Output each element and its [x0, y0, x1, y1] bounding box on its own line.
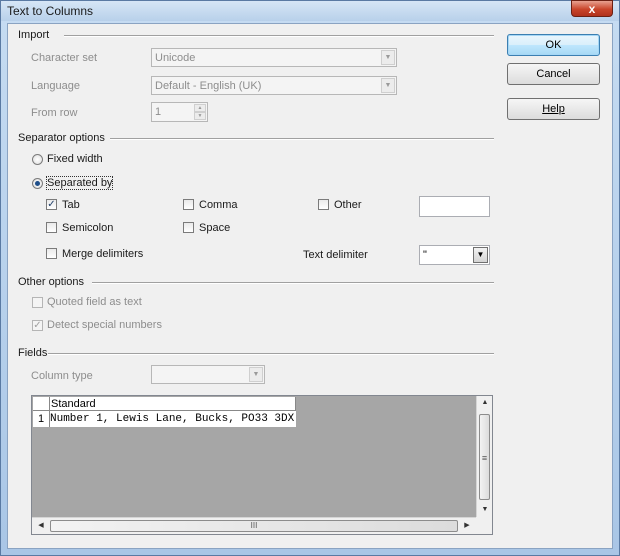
tab-label[interactable]: Tab [62, 199, 80, 211]
scroll-corner [476, 517, 492, 534]
chevron-down-icon: ▼ [249, 367, 263, 382]
character-set-label: Character set [31, 52, 98, 64]
separator-options-section-label: Separator options [18, 132, 105, 144]
row-number: 1 [33, 411, 50, 427]
close-button[interactable]: x [571, 0, 613, 17]
comma-checkbox[interactable] [183, 199, 194, 210]
chevron-down-icon: ▼ [381, 78, 395, 93]
column-type-label: Column type [31, 370, 93, 382]
chevron-down-icon: ▼ [381, 50, 395, 65]
column-type-select[interactable]: ▼ [151, 365, 265, 384]
text-delimiter-label: Text delimiter [303, 249, 368, 261]
fixed-width-radio[interactable] [32, 154, 43, 165]
separated-by-radio[interactable] [32, 178, 43, 189]
horizontal-scrollbar[interactable]: ◀ III ▶ [32, 517, 476, 534]
column-header[interactable]: Standard [50, 397, 296, 411]
dialog-body: Import Character set Unicode ▼ Language … [7, 23, 613, 549]
import-separator [64, 35, 494, 37]
radio-selected-dot [35, 181, 40, 186]
from-row-value: 1 [155, 106, 162, 118]
scroll-up-icon[interactable]: ▲ [478, 399, 492, 406]
text-delimiter-select[interactable]: " ▼ [419, 245, 490, 265]
spin-up-icon[interactable]: ▲ [194, 104, 206, 112]
help-button-label: Help [542, 103, 565, 115]
language-value: Default - English (UK) [155, 80, 262, 92]
other-options-separator [92, 282, 494, 284]
character-set-value: Unicode [155, 52, 196, 64]
merge-delimiters-label[interactable]: Merge delimiters [62, 248, 143, 260]
scroll-down-icon[interactable]: ▼ [478, 506, 492, 513]
from-row-label: From row [31, 107, 78, 119]
scroll-left-icon[interactable]: ◀ [34, 521, 48, 529]
language-select[interactable]: Default - English (UK) ▼ [151, 76, 397, 95]
horizontal-scroll-thumb[interactable]: III [50, 520, 458, 532]
fixed-width-label[interactable]: Fixed width [47, 153, 103, 165]
separator-options-separator [110, 138, 494, 140]
semicolon-checkbox[interactable] [46, 222, 57, 233]
space-label[interactable]: Space [199, 222, 230, 234]
other-label[interactable]: Other [334, 199, 362, 211]
other-options-section-label: Other options [18, 276, 85, 288]
detect-special-checkbox[interactable]: ✓ [32, 320, 43, 331]
cancel-button[interactable]: Cancel [507, 63, 600, 85]
separated-by-label[interactable]: Separated by [45, 176, 114, 190]
spinner-buttons: ▲ ▼ [194, 104, 206, 120]
quoted-field-checkbox[interactable] [32, 297, 43, 308]
from-row-spinner[interactable]: 1 ▲ ▼ [151, 102, 208, 122]
ok-button[interactable]: OK [507, 34, 600, 56]
space-checkbox[interactable] [183, 222, 194, 233]
semicolon-label[interactable]: Semicolon [62, 222, 113, 234]
vertical-scrollbar[interactable]: ▲ ≡ ▼ [476, 396, 492, 518]
quoted-field-label[interactable]: Quoted field as text [47, 296, 142, 308]
comma-label[interactable]: Comma [199, 199, 238, 211]
preview-cell: Number 1, Lewis Lane, Bucks, PO33 3DX [50, 411, 296, 427]
character-set-select[interactable]: Unicode ▼ [151, 48, 397, 67]
fields-section-label: Fields [18, 347, 48, 359]
other-checkbox[interactable] [318, 199, 329, 210]
text-delimiter-value: " [423, 249, 427, 261]
detect-special-label[interactable]: Detect special numbers [47, 319, 162, 331]
fields-separator [48, 353, 494, 355]
import-section-label: Import [18, 29, 50, 41]
tab-checkbox[interactable]: ✓ [46, 199, 57, 210]
preview-grid[interactable]: Standard 1 Number 1, Lewis Lane, Bucks, … [31, 395, 493, 535]
vertical-scroll-thumb[interactable]: ≡ [479, 414, 490, 500]
chevron-down-icon: ▼ [473, 247, 488, 263]
scroll-right-icon[interactable]: ▶ [460, 521, 474, 529]
window-title: Text to Columns [7, 4, 94, 18]
grid-corner [33, 397, 50, 411]
text-to-columns-dialog: Text to Columns x Import Character set U… [0, 0, 620, 556]
other-separator-field[interactable] [419, 196, 490, 217]
spin-down-icon[interactable]: ▼ [194, 112, 206, 120]
language-label: Language [31, 80, 80, 92]
title-bar[interactable]: Text to Columns x [1, 0, 619, 21]
merge-delimiters-checkbox[interactable] [46, 248, 57, 259]
help-button[interactable]: Help [507, 98, 600, 120]
